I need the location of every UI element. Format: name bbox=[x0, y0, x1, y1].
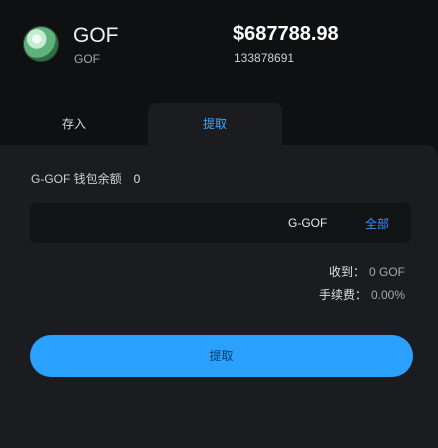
gof-coin-logo-icon bbox=[23, 26, 59, 62]
deposit-withdraw-tabs: 存入 提取 bbox=[0, 103, 438, 145]
asset-symbol: GOF bbox=[73, 24, 119, 47]
fee-row: 手续费： 0.00% bbox=[319, 286, 405, 303]
amount-unit-label: G-GOF bbox=[288, 216, 328, 230]
receive-label: 收到： bbox=[328, 265, 365, 279]
tab-withdraw[interactable]: 提取 bbox=[148, 103, 282, 145]
max-all-button[interactable]: 全部 bbox=[365, 215, 389, 232]
asset-price: $687788.98 bbox=[233, 23, 339, 45]
tab-deposit[interactable]: 存入 bbox=[0, 103, 148, 145]
receive-amount-row: 收到： 0 GOF bbox=[329, 263, 405, 280]
amount-input[interactable] bbox=[40, 203, 274, 245]
wallet-balance-value: 0 bbox=[133, 172, 141, 186]
withdraw-submit-button[interactable]: 提取 bbox=[30, 335, 413, 377]
receive-value: 0 GOF bbox=[368, 265, 405, 279]
amount-input-box: G-GOF 全部 bbox=[30, 203, 411, 245]
wallet-balance-row: G-GOF 钱包余额 0 bbox=[31, 170, 140, 187]
withdraw-panel: G-GOF 钱包余额 0 G-GOF 全部 收到： 0 GOF 手续费： 0.00% … bbox=[0, 145, 438, 448]
asset-sub-symbol: GOF bbox=[74, 52, 100, 66]
wallet-balance-label: G-GOF 钱包余额 bbox=[31, 172, 122, 186]
fee-value: 0.00% bbox=[370, 288, 405, 302]
fee-label: 手续费： bbox=[318, 288, 367, 302]
asset-price-sub: 133878691 bbox=[234, 51, 295, 65]
